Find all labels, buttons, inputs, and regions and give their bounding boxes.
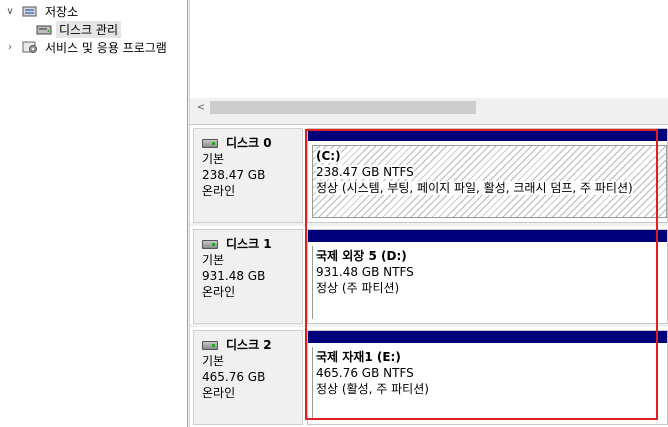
partition-title: (C:) xyxy=(316,149,341,163)
partition-details[interactable]: (C:) 238.47 GB NTFS 정상 (시스템, 부팅, 페이지 파일,… xyxy=(312,145,667,218)
disk-info-panel[interactable]: 디스크 0 기본 238.47 GB 온라인 xyxy=(193,128,303,223)
disk-graphical-view: 디스크 0 기본 238.47 GB 온라인 (C:) 238.47 GB NT… xyxy=(190,125,668,427)
storage-icon xyxy=(22,4,38,18)
disk-name: 디스크 0 xyxy=(226,136,272,150)
navigation-tree: ∨ 저장소 디스크 관리 › 서비스 및 응용 프로그램 xyxy=(0,0,187,427)
partition-size: 465.76 GB NTFS xyxy=(316,366,414,380)
disk-name-line: 디스크 0 xyxy=(202,135,302,151)
partition-block[interactable]: 국제 자재1 (E:) 465.76 GB NTFS 정상 (활성, 주 파티션… xyxy=(307,330,668,425)
horizontal-scrollbar[interactable]: < xyxy=(190,98,668,117)
partition-title: 국제 외장 5 (D:) xyxy=(316,249,407,263)
view-splitter[interactable] xyxy=(190,117,668,125)
disk-status: 온라인 xyxy=(202,386,236,400)
disk-type: 기본 xyxy=(202,152,225,166)
disk-status: 온라인 xyxy=(202,285,236,299)
scroll-left-icon[interactable]: < xyxy=(194,100,208,115)
partition-type-bar xyxy=(308,331,667,343)
volume-list-area xyxy=(190,0,668,98)
partition-title: 국제 자재1 (E:) xyxy=(316,350,401,364)
disk-type: 기본 xyxy=(202,253,225,267)
disk-size: 465.76 GB xyxy=(202,370,266,384)
hard-disk-icon xyxy=(202,340,218,350)
disk-info-panel[interactable]: 디스크 1 기본 931.48 GB 온라인 xyxy=(193,229,303,324)
partition-size: 238.47 GB NTFS xyxy=(316,165,414,179)
partition-details[interactable]: 국제 외장 5 (D:) 931.48 GB NTFS 정상 (주 파티션) xyxy=(312,246,667,319)
disk-info-panel[interactable]: 디스크 2 기본 465.76 GB 온라인 xyxy=(193,330,303,425)
disk-name: 디스크 1 xyxy=(226,237,272,251)
partition-size-line: 238.47 GB NTFS xyxy=(316,164,663,180)
tree-item-disk-management[interactable]: 디스크 관리 xyxy=(22,20,122,38)
disk-type: 기본 xyxy=(202,354,225,368)
services-apps-icon xyxy=(22,40,38,54)
tree-item-services-apps[interactable]: › 서비스 및 응용 프로그램 xyxy=(4,38,170,56)
disk-name: 디스크 2 xyxy=(226,338,272,352)
tree-item-label: 서비스 및 응용 프로그램 xyxy=(45,40,167,55)
disk-row: 디스크 2 기본 465.76 GB 온라인 국제 자재1 (E:) 465.7… xyxy=(190,327,668,425)
partition-health: 정상 (주 파티션) xyxy=(316,281,400,295)
partition-details[interactable]: 국제 자재1 (E:) 465.76 GB NTFS 정상 (활성, 주 파티션… xyxy=(312,347,667,420)
partition-title-line: (C:) xyxy=(316,148,663,164)
partition-size: 931.48 GB NTFS xyxy=(316,265,414,279)
partition-health: 정상 (활성, 주 파티션) xyxy=(316,382,429,396)
tree-item-storage[interactable]: ∨ 저장소 xyxy=(4,2,81,20)
partition-block[interactable]: 국제 외장 5 (D:) 931.48 GB NTFS 정상 (주 파티션) xyxy=(307,229,668,324)
hard-disk-icon xyxy=(202,239,218,249)
tree-item-label: 디스크 관리 xyxy=(56,20,122,38)
disk-size: 238.47 GB xyxy=(202,168,266,182)
hard-disk-icon xyxy=(202,138,218,148)
partition-block[interactable]: (C:) 238.47 GB NTFS 정상 (시스템, 부팅, 페이지 파일,… xyxy=(307,128,668,223)
disk-status: 온라인 xyxy=(202,184,236,198)
disk-management-icon xyxy=(36,22,52,36)
partition-health: 정상 (시스템, 부팅, 페이지 파일, 활성, 크래시 덤프, 주 파티션) xyxy=(316,181,633,195)
scrollbar-thumb[interactable] xyxy=(210,101,476,114)
partition-type-bar xyxy=(308,129,667,141)
disk-size: 931.48 GB xyxy=(202,269,266,283)
chevron-right-icon[interactable]: › xyxy=(4,41,16,53)
disk-name-line: 디스크 2 xyxy=(202,337,302,353)
partition-health-line: 정상 (시스템, 부팅, 페이지 파일, 활성, 크래시 덤프, 주 파티션) xyxy=(316,180,663,196)
disk-row: 디스크 0 기본 238.47 GB 온라인 (C:) 238.47 GB NT… xyxy=(190,125,668,223)
chevron-down-icon[interactable]: ∨ xyxy=(4,5,16,17)
tree-item-label: 저장소 xyxy=(45,4,79,19)
disk-row: 디스크 1 기본 931.48 GB 온라인 국제 외장 5 (D:) 931.… xyxy=(190,226,668,324)
partition-type-bar xyxy=(308,230,667,242)
disk-name-line: 디스크 1 xyxy=(202,236,302,252)
